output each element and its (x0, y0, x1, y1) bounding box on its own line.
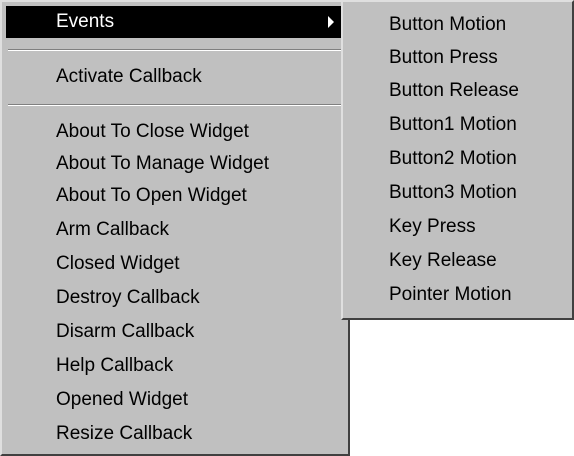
menu-item-help-callback[interactable]: Help Callback (6, 350, 344, 382)
context-menu: Events Activate Callback About To Close … (0, 0, 350, 456)
submenu-arrow-icon (328, 16, 334, 28)
events-submenu: Button Motion Button Press Button Releas… (341, 0, 574, 320)
menu-item-label: Arm Callback (56, 219, 169, 240)
menu-item-activate-callback[interactable]: Activate Callback (6, 61, 344, 93)
menu-item-opened-widget[interactable]: Opened Widget (6, 384, 344, 416)
submenu-item-label: Pointer Motion (389, 284, 512, 305)
menu-item-destroy-callback[interactable]: Destroy Callback (6, 282, 344, 314)
submenu-item-label: Button Release (389, 80, 519, 101)
submenu-item-label: Button2 Motion (389, 148, 517, 169)
submenu-item-button1-motion[interactable]: Button1 Motion (347, 108, 568, 141)
menu-item-label: About To Manage Widget (56, 153, 270, 174)
menu-item-label: Disarm Callback (56, 321, 195, 342)
submenu-item-button3-motion[interactable]: Button3 Motion (347, 176, 568, 209)
menu-separator (8, 49, 342, 51)
menu-separator (8, 104, 342, 106)
menu-item-label: Destroy Callback (56, 287, 200, 308)
submenu-item-button-press[interactable]: Button Press (347, 41, 568, 74)
menu-item-disarm-callback[interactable]: Disarm Callback (6, 316, 344, 348)
submenu-item-button-release[interactable]: Button Release (347, 74, 568, 107)
menu-item-arm-callback[interactable]: Arm Callback (6, 214, 344, 246)
menu-item-label: Activate Callback (56, 66, 202, 87)
submenu-item-label: Button Press (389, 47, 498, 68)
submenu-item-button-motion[interactable]: Button Motion (347, 8, 568, 41)
menu-item-label: Resize Callback (56, 423, 193, 444)
submenu-item-label: Button1 Motion (389, 114, 517, 135)
submenu-item-label: Button3 Motion (389, 182, 517, 203)
menu-item-label: Events (56, 11, 115, 32)
menu-item-about-to-manage-widget[interactable]: About To Manage Widget (6, 148, 344, 180)
submenu-item-label: Button Motion (389, 14, 507, 35)
submenu-item-label: Key Press (389, 216, 476, 237)
menu-item-label: About To Open Widget (56, 185, 247, 206)
submenu-item-label: Key Release (389, 250, 497, 271)
submenu-item-key-press[interactable]: Key Press (347, 210, 568, 243)
menu-item-label: Help Callback (56, 355, 174, 376)
menu-item-about-to-close-widget[interactable]: About To Close Widget (6, 116, 344, 148)
submenu-item-pointer-motion[interactable]: Pointer Motion (347, 278, 568, 311)
submenu-item-button2-motion[interactable]: Button2 Motion (347, 142, 568, 175)
menu-item-about-to-open-widget[interactable]: About To Open Widget (6, 180, 344, 212)
menu-item-closed-widget[interactable]: Closed Widget (6, 248, 344, 280)
menu-item-resize-callback[interactable]: Resize Callback (6, 418, 344, 450)
menu-item-label: Opened Widget (56, 389, 189, 410)
menu-item-label: About To Close Widget (56, 121, 249, 142)
menu-item-events[interactable]: Events (6, 6, 344, 38)
submenu-item-key-release[interactable]: Key Release (347, 244, 568, 277)
menu-item-label: Closed Widget (56, 253, 180, 274)
